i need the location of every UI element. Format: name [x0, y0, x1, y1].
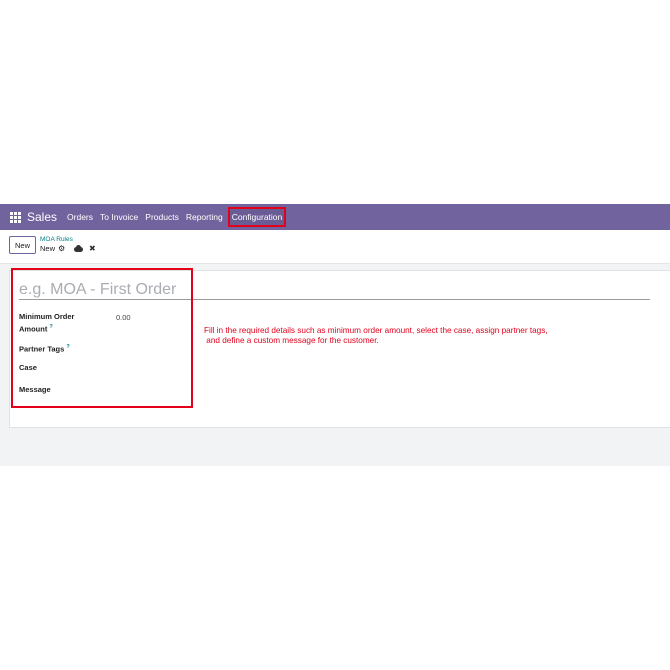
record-title-line: New ⚙ ✖ — [40, 244, 96, 253]
record-title: New — [40, 244, 56, 253]
control-panel: New MOA Rules New ⚙ ✖ — [0, 230, 670, 264]
annotation-note-line1: Fill in the required details such as min… — [204, 326, 548, 335]
gear-icon[interactable]: ⚙ — [58, 244, 66, 253]
annotation-note-line2: and define a custom message for the cust… — [204, 336, 379, 345]
screen: Sales Orders To Invoice Products Reporti… — [0, 0, 670, 670]
nav-item-to-invoice[interactable]: To Invoice — [100, 212, 138, 222]
new-button[interactable]: New — [9, 236, 36, 254]
discard-icon[interactable]: ✖ — [89, 244, 96, 253]
nav-item-orders[interactable]: Orders — [67, 212, 93, 222]
top-navbar: Sales Orders To Invoice Products Reporti… — [0, 204, 670, 230]
nav-item-reporting[interactable]: Reporting — [186, 212, 223, 222]
nav-item-configuration[interactable]: Configuration — [227, 207, 287, 227]
annotation-note: Fill in the required details such as min… — [204, 326, 548, 346]
annotation-highlight-box — [11, 268, 193, 408]
breadcrumb-moa-rules[interactable]: MOA Rules — [40, 236, 73, 243]
nav-item-products[interactable]: Products — [145, 212, 179, 222]
apps-menu-icon[interactable] — [10, 211, 21, 223]
save-cloud-icon[interactable] — [74, 245, 84, 252]
app-brand[interactable]: Sales — [27, 210, 57, 224]
